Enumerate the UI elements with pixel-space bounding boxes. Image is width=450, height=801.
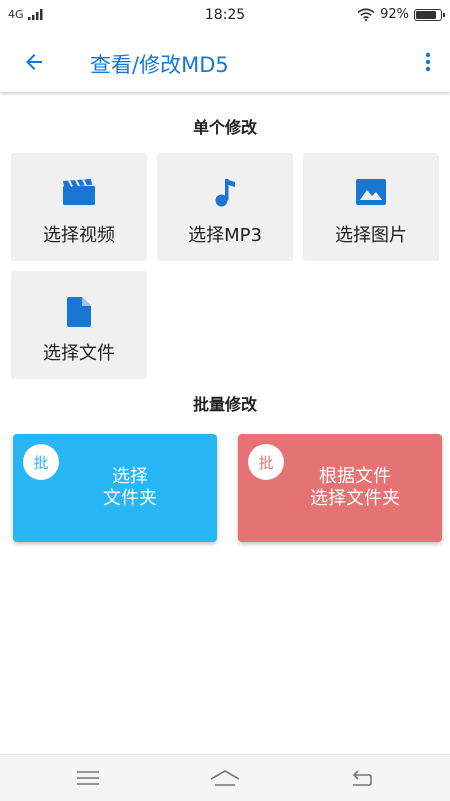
more-vert-icon xyxy=(425,52,431,72)
battery-fill xyxy=(416,10,436,19)
nav-back-button[interactable] xyxy=(342,763,382,793)
home-icon xyxy=(210,770,240,786)
back-button[interactable] xyxy=(18,48,50,76)
select-image-tile[interactable]: 选择图片 xyxy=(303,153,439,261)
system-nav-bar xyxy=(0,754,450,801)
select-video-tile[interactable]: 选择视频 xyxy=(11,153,147,261)
single-section-title: 单个修改 xyxy=(192,118,257,137)
app-bar: 查看/修改MD5 xyxy=(0,32,450,92)
nav-menu-button[interactable] xyxy=(68,763,108,793)
movie-clapperboard-icon xyxy=(63,179,95,205)
select-folder-by-file-text: 根据文件 选择文件夹 xyxy=(268,466,442,510)
music-note-icon xyxy=(215,179,235,207)
select-folder-by-file-card[interactable]: 批 根据文件 选择文件夹 xyxy=(238,434,442,542)
select-mp3-label: 选择MP3 xyxy=(188,225,262,246)
select-folder-card[interactable]: 批 选择 文件夹 xyxy=(13,434,217,542)
select-folder-by-file-line1: 根据文件 xyxy=(319,466,391,487)
more-options-button[interactable] xyxy=(418,48,438,76)
image-icon xyxy=(356,179,386,205)
select-file-tile[interactable]: 选择文件 xyxy=(11,271,147,379)
battery-icon xyxy=(414,8,445,21)
select-video-label: 选择视频 xyxy=(43,225,115,246)
select-image-label: 选择图片 xyxy=(335,225,407,246)
select-file-label: 选择文件 xyxy=(43,343,115,364)
file-icon xyxy=(67,297,91,327)
select-folder-text: 选择 文件夹 xyxy=(43,466,217,510)
nav-home-button[interactable] xyxy=(205,763,245,793)
battery-percent: 92% xyxy=(380,7,409,22)
back-icon xyxy=(352,770,372,786)
arrow-back-icon xyxy=(26,54,42,70)
batch-section-title: 批量修改 xyxy=(192,395,257,414)
wifi-icon xyxy=(357,8,375,21)
select-folder-line1: 选择 xyxy=(112,466,148,487)
status-bar: 4G 18:25 92% xyxy=(0,0,450,32)
page-title: 查看/修改MD5 xyxy=(90,53,229,77)
status-right: 92% xyxy=(357,7,445,22)
select-mp3-tile[interactable]: 选择MP3 xyxy=(157,153,293,261)
select-folder-line2: 文件夹 xyxy=(103,488,157,509)
select-folder-by-file-line2: 选择文件夹 xyxy=(310,488,400,509)
menu-icon xyxy=(77,771,99,785)
